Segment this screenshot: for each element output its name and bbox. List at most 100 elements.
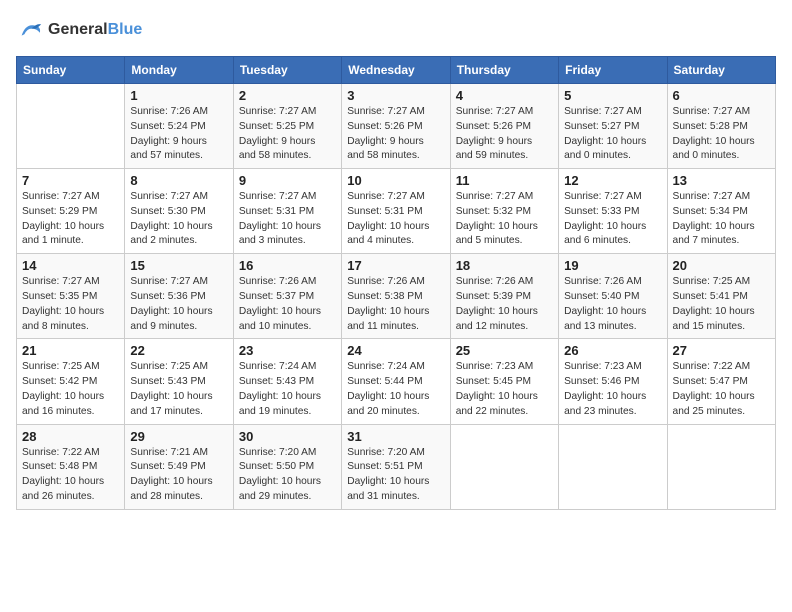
day-number: 22 [130,343,227,358]
calendar-cell: 18 Sunrise: 7:26 AM Sunset: 5:39 PM Dayli… [450,254,558,339]
page-header: GeneralBlue [16,16,776,44]
day-number: 23 [239,343,336,358]
calendar-cell: 5 Sunrise: 7:27 AM Sunset: 5:27 PM Daylig… [559,84,667,169]
day-info: Sunrise: 7:25 AM Sunset: 5:43 PM Dayligh… [130,360,227,419]
day-number: 30 [239,429,336,444]
day-number: 24 [347,343,444,358]
calendar-cell: 11 Sunrise: 7:27 AM Sunset: 5:32 PM Dayli… [450,169,558,254]
day-info: Sunrise: 7:27 AM Sunset: 5:32 PM Dayligh… [456,190,553,249]
logo-icon [16,16,44,44]
calendar-cell: 17Sunrise: 7:26 AM Sunset: 5:38 PM Dayli… [342,254,450,339]
calendar-cell: 10Sunrise: 7:27 AM Sunset: 5:31 PM Dayli… [342,169,450,254]
calendar-table: SundayMondayTuesdayWednesdayThursdayFrid… [16,56,776,510]
calendar-cell: 24 Sunrise: 7:24 AM Sunset: 5:44 PM Dayli… [342,339,450,424]
calendar-cell: 31Sunrise: 7:20 AM Sunset: 5:51 PM Dayli… [342,424,450,509]
day-info: Sunrise: 7:27 AM Sunset: 5:27 PM Dayligh… [564,105,661,164]
calendar-week-row: 1 Sunrise: 7:26 AM Sunset: 5:24 PM Daylig… [17,84,776,169]
day-number: 27 [673,343,770,358]
day-number: 25 [456,343,553,358]
calendar-cell: 14 Sunrise: 7:27 AM Sunset: 5:35 PM Dayli… [17,254,125,339]
day-info: Sunrise: 7:27 AM Sunset: 5:28 PM Dayligh… [673,105,770,164]
calendar-cell [667,424,775,509]
calendar-cell: 4 Sunrise: 7:27 AM Sunset: 5:26 PM Daylig… [450,84,558,169]
day-info: Sunrise: 7:27 AM Sunset: 5:33 PM Dayligh… [564,190,661,249]
day-number: 19 [564,258,661,273]
day-info: Sunrise: 7:27 AM Sunset: 5:36 PM Dayligh… [130,275,227,334]
day-info: Sunrise: 7:23 AM Sunset: 5:46 PM Dayligh… [564,360,661,419]
day-number: 9 [239,173,336,188]
day-number: 6 [673,88,770,103]
calendar-cell [17,84,125,169]
day-number: 21 [22,343,119,358]
day-info: Sunrise: 7:27 AM Sunset: 5:26 PM Dayligh… [456,105,553,164]
day-info: Sunrise: 7:22 AM Sunset: 5:47 PM Dayligh… [673,360,770,419]
weekday-header: Saturday [667,57,775,84]
calendar-cell: 1 Sunrise: 7:26 AM Sunset: 5:24 PM Daylig… [125,84,233,169]
day-number: 1 [130,88,227,103]
calendar-cell: 13Sunrise: 7:27 AM Sunset: 5:34 PM Dayli… [667,169,775,254]
calendar-cell: 27 Sunrise: 7:22 AM Sunset: 5:47 PM Dayli… [667,339,775,424]
day-number: 28 [22,429,119,444]
calendar-cell: 22 Sunrise: 7:25 AM Sunset: 5:43 PM Dayli… [125,339,233,424]
calendar-week-row: 21 Sunrise: 7:25 AM Sunset: 5:42 PM Dayli… [17,339,776,424]
day-info: Sunrise: 7:27 AM Sunset: 5:31 PM Dayligh… [239,190,336,249]
day-number: 4 [456,88,553,103]
day-number: 7 [22,173,119,188]
day-info: Sunrise: 7:20 AM Sunset: 5:50 PM Dayligh… [239,446,336,505]
day-number: 10 [347,173,444,188]
calendar-cell: 9 Sunrise: 7:27 AM Sunset: 5:31 PM Daylig… [233,169,341,254]
weekday-header: Friday [559,57,667,84]
day-number: 5 [564,88,661,103]
calendar-week-row: 28 Sunrise: 7:22 AM Sunset: 5:48 PM Dayli… [17,424,776,509]
calendar-cell: 2 Sunrise: 7:27 AM Sunset: 5:25 PM Daylig… [233,84,341,169]
calendar-cell: 23 Sunrise: 7:24 AM Sunset: 5:43 PM Dayli… [233,339,341,424]
day-info: Sunrise: 7:27 AM Sunset: 5:34 PM Dayligh… [673,190,770,249]
day-info: Sunrise: 7:27 AM Sunset: 5:35 PM Dayligh… [22,275,119,334]
calendar-cell: 12Sunrise: 7:27 AM Sunset: 5:33 PM Dayli… [559,169,667,254]
calendar-cell: 7Sunrise: 7:27 AM Sunset: 5:29 PM Daylig… [17,169,125,254]
calendar-cell: 8Sunrise: 7:27 AM Sunset: 5:30 PM Daylig… [125,169,233,254]
day-number: 26 [564,343,661,358]
day-info: Sunrise: 7:27 AM Sunset: 5:25 PM Dayligh… [239,105,336,164]
calendar-week-row: 7Sunrise: 7:27 AM Sunset: 5:29 PM Daylig… [17,169,776,254]
day-info: Sunrise: 7:26 AM Sunset: 5:40 PM Dayligh… [564,275,661,334]
day-number: 16 [239,258,336,273]
weekday-header-row: SundayMondayTuesdayWednesdayThursdayFrid… [17,57,776,84]
day-info: Sunrise: 7:25 AM Sunset: 5:41 PM Dayligh… [673,275,770,334]
calendar-cell: 20 Sunrise: 7:25 AM Sunset: 5:41 PM Dayli… [667,254,775,339]
day-info: Sunrise: 7:26 AM Sunset: 5:24 PM Dayligh… [130,105,227,164]
day-info: Sunrise: 7:26 AM Sunset: 5:38 PM Dayligh… [347,275,444,334]
day-info: Sunrise: 7:25 AM Sunset: 5:42 PM Dayligh… [22,360,119,419]
day-number: 29 [130,429,227,444]
day-info: Sunrise: 7:24 AM Sunset: 5:44 PM Dayligh… [347,360,444,419]
day-info: Sunrise: 7:22 AM Sunset: 5:48 PM Dayligh… [22,446,119,505]
calendar-cell: 3Sunrise: 7:27 AM Sunset: 5:26 PM Daylig… [342,84,450,169]
weekday-header: Wednesday [342,57,450,84]
day-info: Sunrise: 7:26 AM Sunset: 5:39 PM Dayligh… [456,275,553,334]
day-number: 11 [456,173,553,188]
weekday-header: Thursday [450,57,558,84]
day-info: Sunrise: 7:20 AM Sunset: 5:51 PM Dayligh… [347,446,444,505]
day-info: Sunrise: 7:21 AM Sunset: 5:49 PM Dayligh… [130,446,227,505]
logo: GeneralBlue [16,16,142,44]
day-number: 2 [239,88,336,103]
logo-text: GeneralBlue [48,20,142,39]
calendar-cell: 19 Sunrise: 7:26 AM Sunset: 5:40 PM Dayli… [559,254,667,339]
calendar-week-row: 14 Sunrise: 7:27 AM Sunset: 5:35 PM Dayli… [17,254,776,339]
calendar-cell: 6 Sunrise: 7:27 AM Sunset: 5:28 PM Daylig… [667,84,775,169]
calendar-cell: 30 Sunrise: 7:20 AM Sunset: 5:50 PM Dayli… [233,424,341,509]
day-number: 20 [673,258,770,273]
day-number: 18 [456,258,553,273]
calendar-cell [559,424,667,509]
weekday-header: Sunday [17,57,125,84]
day-info: Sunrise: 7:23 AM Sunset: 5:45 PM Dayligh… [456,360,553,419]
day-info: Sunrise: 7:26 AM Sunset: 5:37 PM Dayligh… [239,275,336,334]
calendar-cell [450,424,558,509]
day-info: Sunrise: 7:24 AM Sunset: 5:43 PM Dayligh… [239,360,336,419]
calendar-cell: 15Sunrise: 7:27 AM Sunset: 5:36 PM Dayli… [125,254,233,339]
day-number: 3 [347,88,444,103]
weekday-header: Tuesday [233,57,341,84]
day-info: Sunrise: 7:27 AM Sunset: 5:30 PM Dayligh… [130,190,227,249]
day-number: 14 [22,258,119,273]
calendar-cell: 26 Sunrise: 7:23 AM Sunset: 5:46 PM Dayli… [559,339,667,424]
